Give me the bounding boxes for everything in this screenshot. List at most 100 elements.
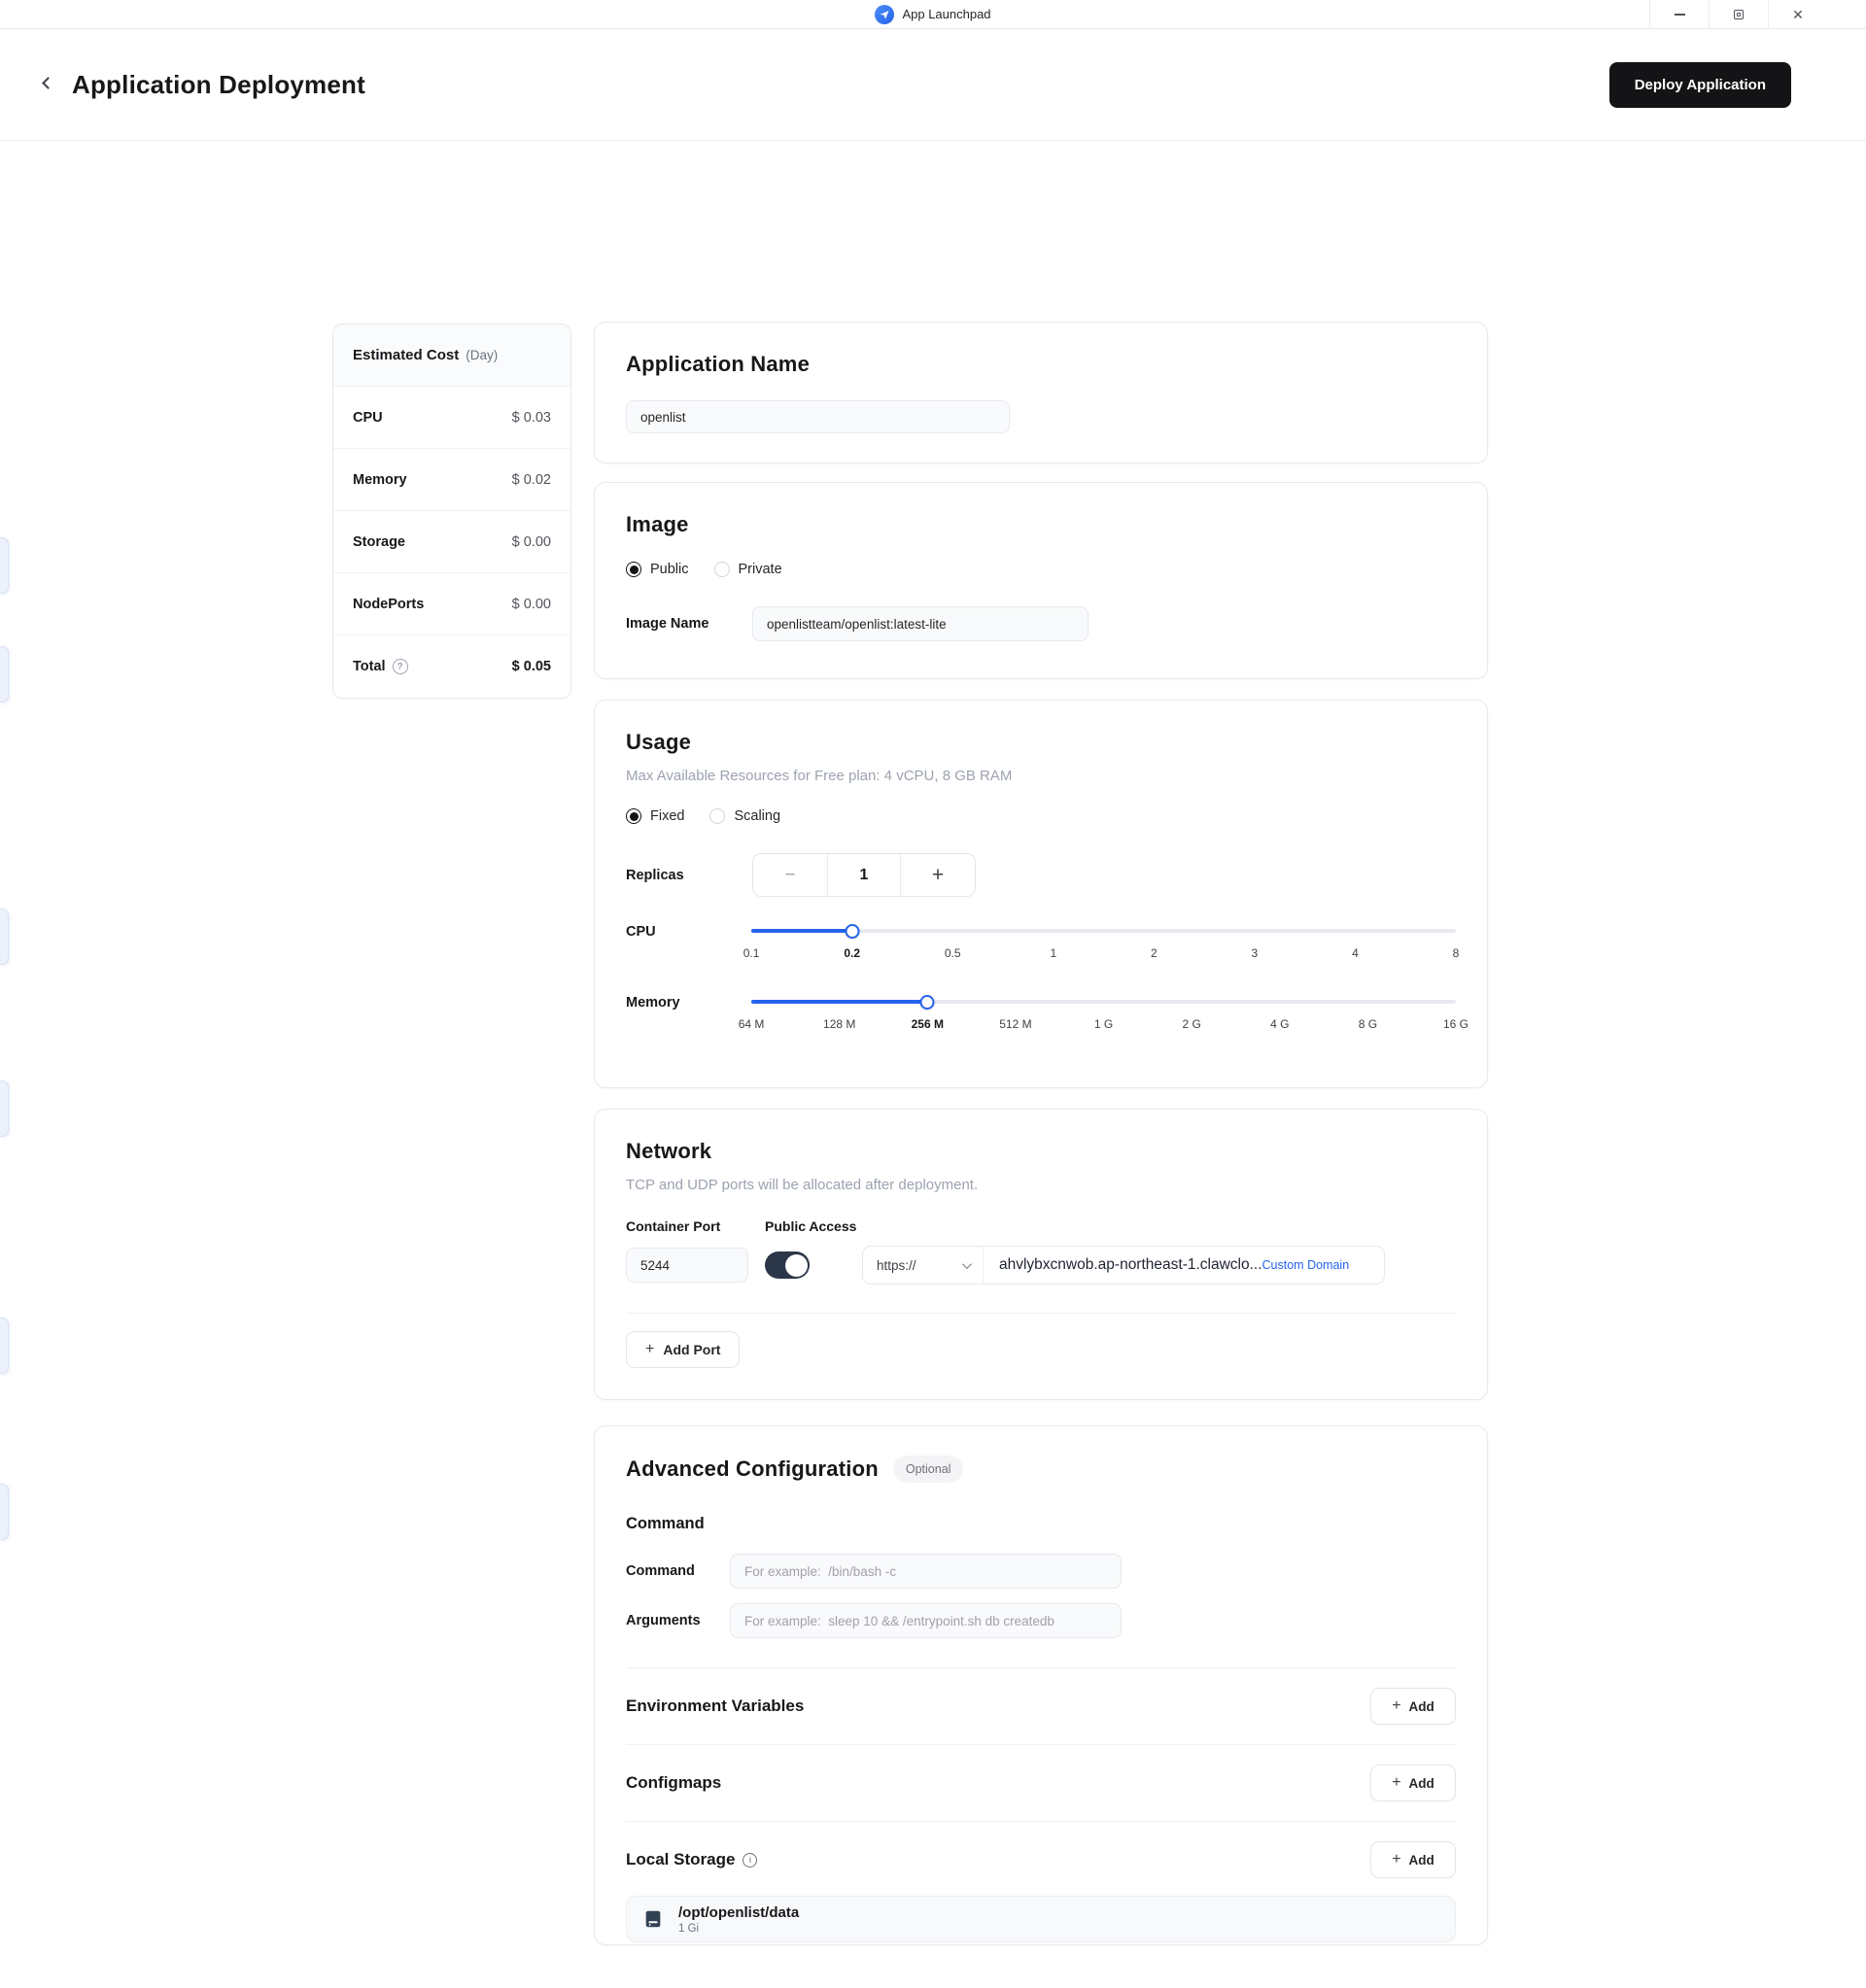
image-public-radio[interactable]: Public — [626, 562, 689, 577]
radio-label: Private — [738, 562, 782, 577]
storage-size: 1 Gi — [678, 1922, 700, 1935]
edge-peek-tab — [0, 1484, 9, 1540]
usage-fixed-radio[interactable]: Fixed — [626, 808, 684, 824]
application-name-input[interactable] — [626, 400, 1010, 433]
minimize-button[interactable] — [1649, 0, 1709, 29]
tick-label: 3 — [1251, 946, 1259, 960]
optional-badge: Optional — [892, 1456, 964, 1483]
add-port-label: Add Port — [663, 1342, 721, 1357]
slider-fill — [751, 1000, 928, 1004]
advanced-configuration-card: Advanced Configuration Optional Command … — [594, 1425, 1488, 1945]
cost-row-label: NodePorts — [353, 596, 425, 612]
tick-label: 128 M — [823, 1017, 856, 1031]
cost-row-value: $ 0.00 — [511, 596, 551, 612]
tick-label: 1 — [1050, 946, 1057, 960]
public-access-toggle[interactable] — [765, 1251, 810, 1279]
network-title: Network — [626, 1139, 712, 1163]
tick-label: 8 — [1452, 946, 1460, 960]
tick-label: 512 M — [999, 1017, 1032, 1031]
memory-slider: 64 M 128 M 256 M 512 M 1 G 2 G 4 G 8 G 1… — [739, 994, 1469, 1039]
protocol-select[interactable]: https:// — [863, 1247, 984, 1284]
usage-title: Usage — [626, 730, 692, 754]
cost-header-unit: (Day) — [466, 348, 499, 362]
cpu-slider-handle[interactable] — [845, 923, 860, 939]
divider — [626, 1821, 1456, 1822]
cost-total-label: Total — [353, 659, 386, 674]
tick-label: 4 — [1352, 946, 1359, 960]
info-icon[interactable]: i — [743, 1852, 758, 1868]
cost-row-value: $ 0.03 — [511, 409, 551, 426]
command-input[interactable] — [730, 1554, 1122, 1589]
cost-row-label: Memory — [353, 471, 407, 488]
add-environment-variable-button[interactable]: + Add — [1370, 1688, 1456, 1725]
cost-row-memory: Memory $ 0.02 — [333, 449, 570, 511]
add-port-button[interactable]: + Add Port — [626, 1331, 741, 1368]
tick-label: 16 G — [1442, 1017, 1469, 1031]
deploy-application-button[interactable]: Deploy Application — [1608, 61, 1791, 108]
configmaps-title: Configmaps — [626, 1773, 722, 1792]
public-access-label: Public Access — [765, 1218, 857, 1234]
plus-icon: + — [645, 1341, 655, 1357]
slider-fill — [751, 929, 852, 933]
image-name-label: Image Name — [626, 616, 709, 632]
image-title: Image — [626, 512, 689, 536]
storage-path: /opt/openlist/data — [678, 1903, 800, 1921]
arguments-label: Arguments — [626, 1613, 701, 1628]
add-label: Add — [1408, 1852, 1434, 1868]
replicas-label: Replicas — [626, 867, 684, 883]
divider — [626, 1744, 1456, 1745]
local-storage-row: Local Storage i + Add — [626, 1832, 1456, 1888]
app-launchpad-icon — [875, 4, 895, 24]
edge-peek-tab — [0, 1080, 9, 1137]
cpu-slider: 0.1 0.2 0.5 1 2 3 4 8 — [743, 923, 1459, 968]
window-controls: ✕ — [1649, 0, 1827, 29]
protocol-value: https:// — [877, 1257, 916, 1273]
tick-label: 8 G — [1358, 1017, 1378, 1031]
cost-row-value: $ 0.00 — [511, 533, 551, 550]
chevron-down-icon — [961, 1258, 972, 1269]
tick-label: 4 G — [1270, 1017, 1290, 1031]
tick-label: 64 M — [738, 1017, 765, 1031]
restore-button[interactable] — [1709, 0, 1768, 29]
chevron-left-icon — [42, 77, 54, 89]
memory-slider-handle[interactable] — [919, 994, 935, 1010]
radio-label: Scaling — [734, 808, 781, 824]
network-subtitle: TCP and UDP ports will be allocated afte… — [626, 1177, 979, 1193]
question-icon[interactable]: ? — [392, 659, 408, 674]
advanced-configuration-title: Advanced Configuration — [626, 1457, 879, 1481]
image-name-input[interactable] — [752, 606, 1088, 641]
close-button[interactable]: ✕ — [1768, 0, 1827, 29]
local-storage-item[interactable]: /opt/openlist/data 1 Gi — [626, 1896, 1456, 1942]
back-button[interactable] — [39, 76, 56, 93]
usage-subtitle: Max Available Resources for Free plan: 4… — [626, 768, 1013, 784]
add-local-storage-button[interactable]: + Add — [1370, 1841, 1456, 1878]
usage-scaling-radio[interactable]: Scaling — [709, 808, 780, 824]
radio-unchecked-icon — [713, 562, 730, 577]
cost-header-label: Estimated Cost — [353, 347, 460, 363]
divider — [626, 1667, 1456, 1668]
arguments-input[interactable] — [730, 1603, 1122, 1638]
cost-row-storage: Storage $ 0.00 — [333, 511, 570, 573]
tick-label: 0.5 — [944, 946, 961, 960]
estimated-cost-panel: Estimated Cost (Day) CPU $ 0.03 Memory $… — [332, 324, 571, 699]
add-label: Add — [1408, 1698, 1434, 1714]
container-port-label: Container Port — [626, 1218, 721, 1234]
image-private-radio[interactable]: Private — [713, 562, 782, 577]
tick-label: 0.1 — [743, 946, 760, 960]
radio-checked-icon — [626, 808, 641, 824]
add-configmap-button[interactable]: + Add — [1370, 1765, 1456, 1801]
replicas-decrement-button[interactable]: − — [753, 854, 827, 896]
plus-icon: + — [1392, 1697, 1401, 1714]
edge-peek-tab — [0, 646, 9, 703]
container-port-input[interactable] — [626, 1248, 748, 1283]
restore-icon — [1734, 10, 1744, 19]
replicas-increment-button[interactable]: + — [901, 854, 975, 896]
custom-domain-link[interactable]: Custom Domain — [1262, 1258, 1350, 1272]
usage-card: Usage Max Available Resources for Free p… — [594, 700, 1488, 1088]
app-identity: App Launchpad — [875, 4, 991, 24]
close-icon: ✕ — [1792, 7, 1804, 22]
environment-variables-row: Environment Variables + Add — [626, 1678, 1456, 1734]
tick-label: 2 — [1150, 946, 1158, 960]
radio-checked-icon — [626, 562, 641, 577]
drive-icon — [645, 1910, 661, 1928]
